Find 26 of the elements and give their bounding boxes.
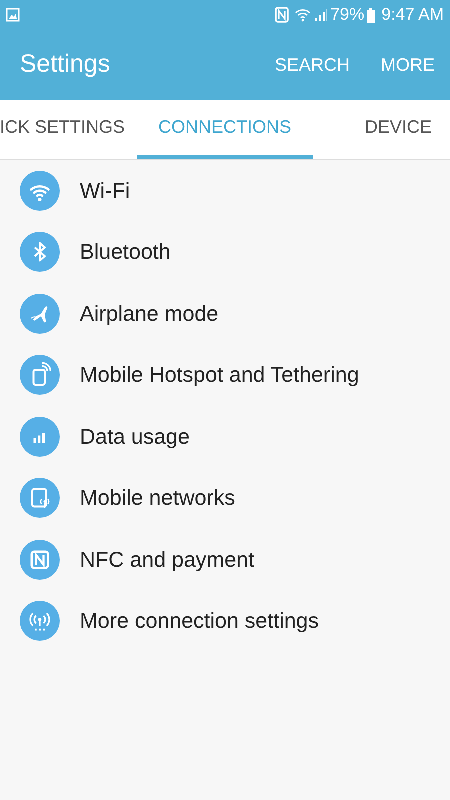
- wifi-icon: [20, 170, 60, 211]
- phone-signal-icon: [20, 355, 60, 396]
- bar-chart-icon: [20, 416, 60, 457]
- settings-item[interactable]: More connection settings: [80, 605, 320, 638]
- settings-item[interactable]: Bluetooth: [80, 236, 171, 268]
- gallery-icon: [6, 8, 20, 22]
- clock-time: 9:47 AM: [382, 4, 444, 26]
- settings-item[interactable]: Data usage: [80, 420, 190, 453]
- nfc-icon: [274, 7, 289, 23]
- screen-title: Settings: [20, 49, 112, 80]
- bluetooth-icon: [20, 232, 60, 272]
- settings-item[interactable]: Mobile Hotspot and Tethering: [80, 359, 360, 392]
- antenna-icon: [20, 601, 60, 642]
- tab[interactable]: DEVICE: [313, 100, 450, 159]
- settings-item[interactable]: Wi-Fi: [80, 174, 130, 207]
- wifi-icon: [294, 7, 311, 23]
- tab[interactable]: ICK SETTINGS: [0, 100, 137, 159]
- settings-item[interactable]: Airplane mode: [80, 298, 219, 330]
- settings-item[interactable]: Mobile networks: [80, 482, 236, 514]
- tablet-signal-icon: [20, 478, 60, 518]
- battery-icon: [366, 8, 375, 22]
- airplane-icon: [20, 294, 60, 334]
- settings-item[interactable]: NFC and payment: [80, 544, 254, 576]
- battery-percent: 79%: [330, 4, 365, 26]
- nfc-icon: [20, 540, 60, 580]
- signal-icon: [314, 8, 328, 22]
